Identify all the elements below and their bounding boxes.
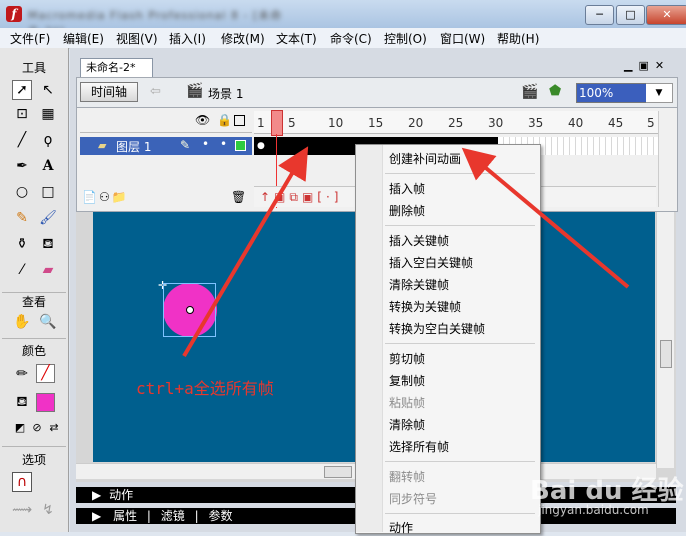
- annotation-arrows: [182, 146, 630, 358]
- baidu-watermark-url: jingyan.baidu.com: [538, 503, 649, 517]
- arrow-to-frames: [182, 146, 309, 358]
- annotation-text: ctrl+a全选所有帧: [136, 379, 274, 398]
- arrow-to-create-tween: [461, 147, 630, 289]
- baidu-watermark: Bai du 经验: [530, 476, 684, 506]
